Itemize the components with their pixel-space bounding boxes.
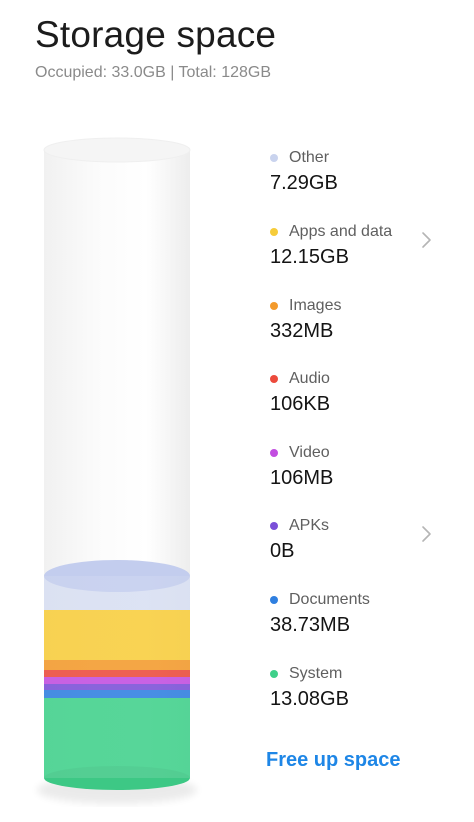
cylinder-empty-body bbox=[44, 150, 190, 582]
legend-dot-other bbox=[270, 154, 278, 162]
legend-value-audio: 106KB bbox=[270, 393, 331, 415]
legend-item-images: Images 332MB bbox=[268, 294, 448, 354]
legend-label-documents: Documents bbox=[289, 591, 370, 608]
chevron-right-icon[interactable] bbox=[420, 230, 434, 250]
legend-label-other: Other bbox=[289, 149, 330, 166]
storage-cylinder bbox=[30, 130, 205, 810]
page-title: Storage space bbox=[35, 14, 277, 55]
legend-label-audio: Audio bbox=[289, 370, 330, 387]
legend-item-apps-and-data[interactable]: Apps and data 12.15GB bbox=[268, 220, 448, 280]
legend-dot-apps bbox=[270, 228, 278, 236]
legend-item-video: Video 106MB bbox=[268, 441, 448, 501]
legend-value-other: 7.29GB bbox=[270, 172, 338, 194]
legend-item-system: System 13.08GB bbox=[268, 662, 448, 722]
cylinder-sheen bbox=[44, 576, 190, 778]
legend-item-documents: Documents 38.73MB bbox=[268, 588, 448, 648]
legend-value-images: 332MB bbox=[270, 320, 334, 342]
legend-value-apks: 0B bbox=[270, 540, 295, 562]
legend-label-apks: APKs bbox=[289, 517, 330, 534]
legend-dot-apks bbox=[270, 522, 278, 530]
legend-dot-video bbox=[270, 449, 278, 457]
storage-cylinder-graphic bbox=[37, 137, 197, 804]
legend-value-system: 13.08GB bbox=[270, 688, 349, 710]
legend-value-video: 106MB bbox=[270, 467, 334, 489]
legend-dot-system bbox=[270, 670, 278, 678]
free-up-space-button[interactable]: Free up space bbox=[266, 749, 401, 772]
legend-item-apks[interactable]: APKs 0B bbox=[268, 514, 448, 574]
legend-item-audio: Audio 106KB bbox=[268, 367, 448, 427]
legend-label-apps: Apps and data bbox=[289, 223, 393, 240]
legend-dot-audio bbox=[270, 375, 278, 383]
storage-summary: Occupied: 33.0GB | Total: 128GB bbox=[35, 64, 271, 81]
cylinder-top bbox=[43, 137, 191, 163]
legend-dot-images bbox=[270, 302, 278, 310]
legend-item-other: Other 7.29GB bbox=[268, 146, 448, 206]
legend-value-apps: 12.15GB bbox=[270, 246, 349, 268]
legend-label-system: System bbox=[289, 665, 343, 682]
legend-label-video: Video bbox=[289, 444, 330, 461]
legend-label-images: Images bbox=[289, 297, 342, 314]
chevron-right-icon[interactable] bbox=[420, 524, 434, 544]
legend-dot-documents bbox=[270, 596, 278, 604]
legend-value-documents: 38.73MB bbox=[270, 614, 351, 636]
